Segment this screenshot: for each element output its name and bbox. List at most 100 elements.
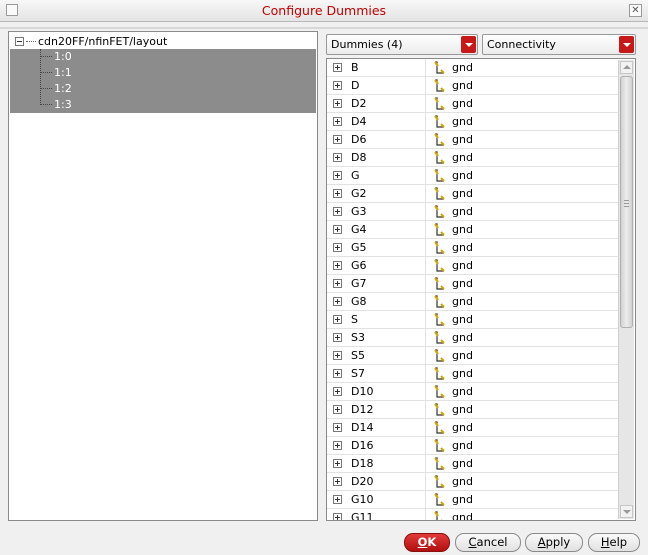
- scroll-up-icon[interactable]: [620, 61, 633, 74]
- list-row[interactable]: G3 gnd: [327, 203, 619, 221]
- scroll-down-icon[interactable]: [620, 505, 633, 518]
- connectivity-value[interactable]: gnd: [452, 439, 473, 452]
- expand-icon[interactable]: [333, 189, 342, 198]
- connectivity-value[interactable]: gnd: [452, 151, 473, 164]
- list-row[interactable]: D6 gnd: [327, 131, 619, 149]
- connectivity-value[interactable]: gnd: [452, 403, 473, 416]
- ok-button[interactable]: OK: [404, 533, 450, 552]
- tree-item-1-0[interactable]: 1:0: [40, 49, 72, 65]
- expand-icon[interactable]: [333, 243, 342, 252]
- connectivity-value[interactable]: gnd: [452, 385, 473, 398]
- list-row[interactable]: G6 gnd: [327, 257, 619, 275]
- expand-icon[interactable]: [333, 369, 342, 378]
- dummies-list[interactable]: Bgnd Dgnd D2 gnd D4 gnd D6 gnd D8 gnd Ggnd G2 gnd G3 g…: [326, 58, 636, 521]
- connectivity-value[interactable]: gnd: [452, 277, 473, 290]
- connectivity-value[interactable]: gnd: [452, 223, 473, 236]
- expand-icon[interactable]: [333, 513, 342, 520]
- expand-icon[interactable]: [333, 297, 342, 306]
- tree-root-item[interactable]: cdn20FF/nfinFET/layout: [15, 34, 167, 50]
- expand-icon[interactable]: [333, 81, 342, 90]
- expand-icon[interactable]: [333, 225, 342, 234]
- expand-icon[interactable]: [333, 423, 342, 432]
- expand-icon[interactable]: [333, 171, 342, 180]
- list-row[interactable]: Bgnd: [327, 59, 619, 77]
- expand-icon[interactable]: [333, 99, 342, 108]
- connectivity-value[interactable]: gnd: [452, 61, 473, 74]
- connectivity-value[interactable]: gnd: [452, 187, 473, 200]
- expand-icon[interactable]: [333, 207, 342, 216]
- expand-icon[interactable]: [333, 279, 342, 288]
- expand-icon[interactable]: [333, 261, 342, 270]
- connectivity-value[interactable]: gnd: [452, 457, 473, 470]
- connectivity-value[interactable]: gnd: [452, 241, 473, 254]
- expand-icon[interactable]: [333, 315, 342, 324]
- list-row[interactable]: D12 gnd: [327, 401, 619, 419]
- dropdown-arrow-icon[interactable]: [619, 36, 634, 53]
- list-row[interactable]: Sgnd: [327, 311, 619, 329]
- expand-icon[interactable]: [333, 441, 342, 450]
- help-button[interactable]: Help: [588, 533, 640, 552]
- connectivity-value[interactable]: gnd: [452, 97, 473, 110]
- tree-item-1-3[interactable]: 1:3: [40, 97, 72, 113]
- list-row[interactable]: D16 gnd: [327, 437, 619, 455]
- connectivity-value[interactable]: gnd: [452, 115, 473, 128]
- list-row[interactable]: G2 gnd: [327, 185, 619, 203]
- expand-icon[interactable]: [333, 351, 342, 360]
- list-row[interactable]: D4 gnd: [327, 113, 619, 131]
- connectivity-value[interactable]: gnd: [452, 133, 473, 146]
- connectivity-value[interactable]: gnd: [452, 349, 473, 362]
- cellview-tree[interactable]: cdn20FF/nfinFET/layout 1:0 1:1 1:2 1:3: [8, 31, 318, 521]
- list-row[interactable]: G10 gnd: [327, 491, 619, 509]
- list-row[interactable]: Ggnd: [327, 167, 619, 185]
- connectivity-value[interactable]: gnd: [452, 295, 473, 308]
- expand-icon[interactable]: [333, 459, 342, 468]
- close-icon[interactable]: ✕: [629, 4, 642, 17]
- expand-icon[interactable]: [333, 153, 342, 162]
- column-divider: [425, 491, 426, 508]
- list-row[interactable]: D20 gnd: [327, 473, 619, 491]
- connectivity-value[interactable]: gnd: [452, 313, 473, 326]
- expand-icon[interactable]: [333, 333, 342, 342]
- cancel-button[interactable]: Cancel: [455, 533, 521, 552]
- connectivity-value[interactable]: gnd: [452, 475, 473, 488]
- list-row[interactable]: D14 gnd: [327, 419, 619, 437]
- list-row[interactable]: S3 gnd: [327, 329, 619, 347]
- list-row[interactable]: G5 gnd: [327, 239, 619, 257]
- list-row[interactable]: Dgnd: [327, 77, 619, 95]
- collapse-icon[interactable]: [15, 37, 24, 46]
- scrollbar-thumb[interactable]: [620, 76, 633, 328]
- list-row[interactable]: D18 gnd: [327, 455, 619, 473]
- vertical-scrollbar[interactable]: [618, 60, 634, 519]
- connectivity-value[interactable]: gnd: [452, 493, 473, 506]
- tree-item-1-2[interactable]: 1:2: [40, 81, 72, 97]
- dummies-filter-select[interactable]: Dummies (4): [326, 34, 478, 55]
- connectivity-value[interactable]: gnd: [452, 511, 473, 520]
- list-row[interactable]: G4 gnd: [327, 221, 619, 239]
- list-row[interactable]: G7 gnd: [327, 275, 619, 293]
- connectivity-value[interactable]: gnd: [452, 331, 473, 344]
- dropdown-arrow-icon[interactable]: [461, 36, 476, 53]
- expand-icon[interactable]: [333, 477, 342, 486]
- tree-item-1-1[interactable]: 1:1: [40, 65, 72, 81]
- list-row[interactable]: D10 gnd: [327, 383, 619, 401]
- expand-icon[interactable]: [333, 117, 342, 126]
- connectivity-value[interactable]: gnd: [452, 421, 473, 434]
- list-row[interactable]: S5 gnd: [327, 347, 619, 365]
- connectivity-value[interactable]: gnd: [452, 79, 473, 92]
- list-row[interactable]: S7 gnd: [327, 365, 619, 383]
- connectivity-value[interactable]: gnd: [452, 259, 473, 272]
- list-row[interactable]: G11 gnd: [327, 509, 619, 520]
- expand-icon[interactable]: [333, 135, 342, 144]
- expand-icon[interactable]: [333, 405, 342, 414]
- list-row[interactable]: D2 gnd: [327, 95, 619, 113]
- connectivity-value[interactable]: gnd: [452, 205, 473, 218]
- expand-icon[interactable]: [333, 387, 342, 396]
- list-row[interactable]: D8 gnd: [327, 149, 619, 167]
- apply-button[interactable]: Apply: [525, 533, 583, 552]
- column-select[interactable]: Connectivity: [482, 34, 636, 55]
- connectivity-value[interactable]: gnd: [452, 169, 473, 182]
- list-row[interactable]: G8 gnd: [327, 293, 619, 311]
- expand-icon[interactable]: [333, 63, 342, 72]
- connectivity-value[interactable]: gnd: [452, 367, 473, 380]
- expand-icon[interactable]: [333, 495, 342, 504]
